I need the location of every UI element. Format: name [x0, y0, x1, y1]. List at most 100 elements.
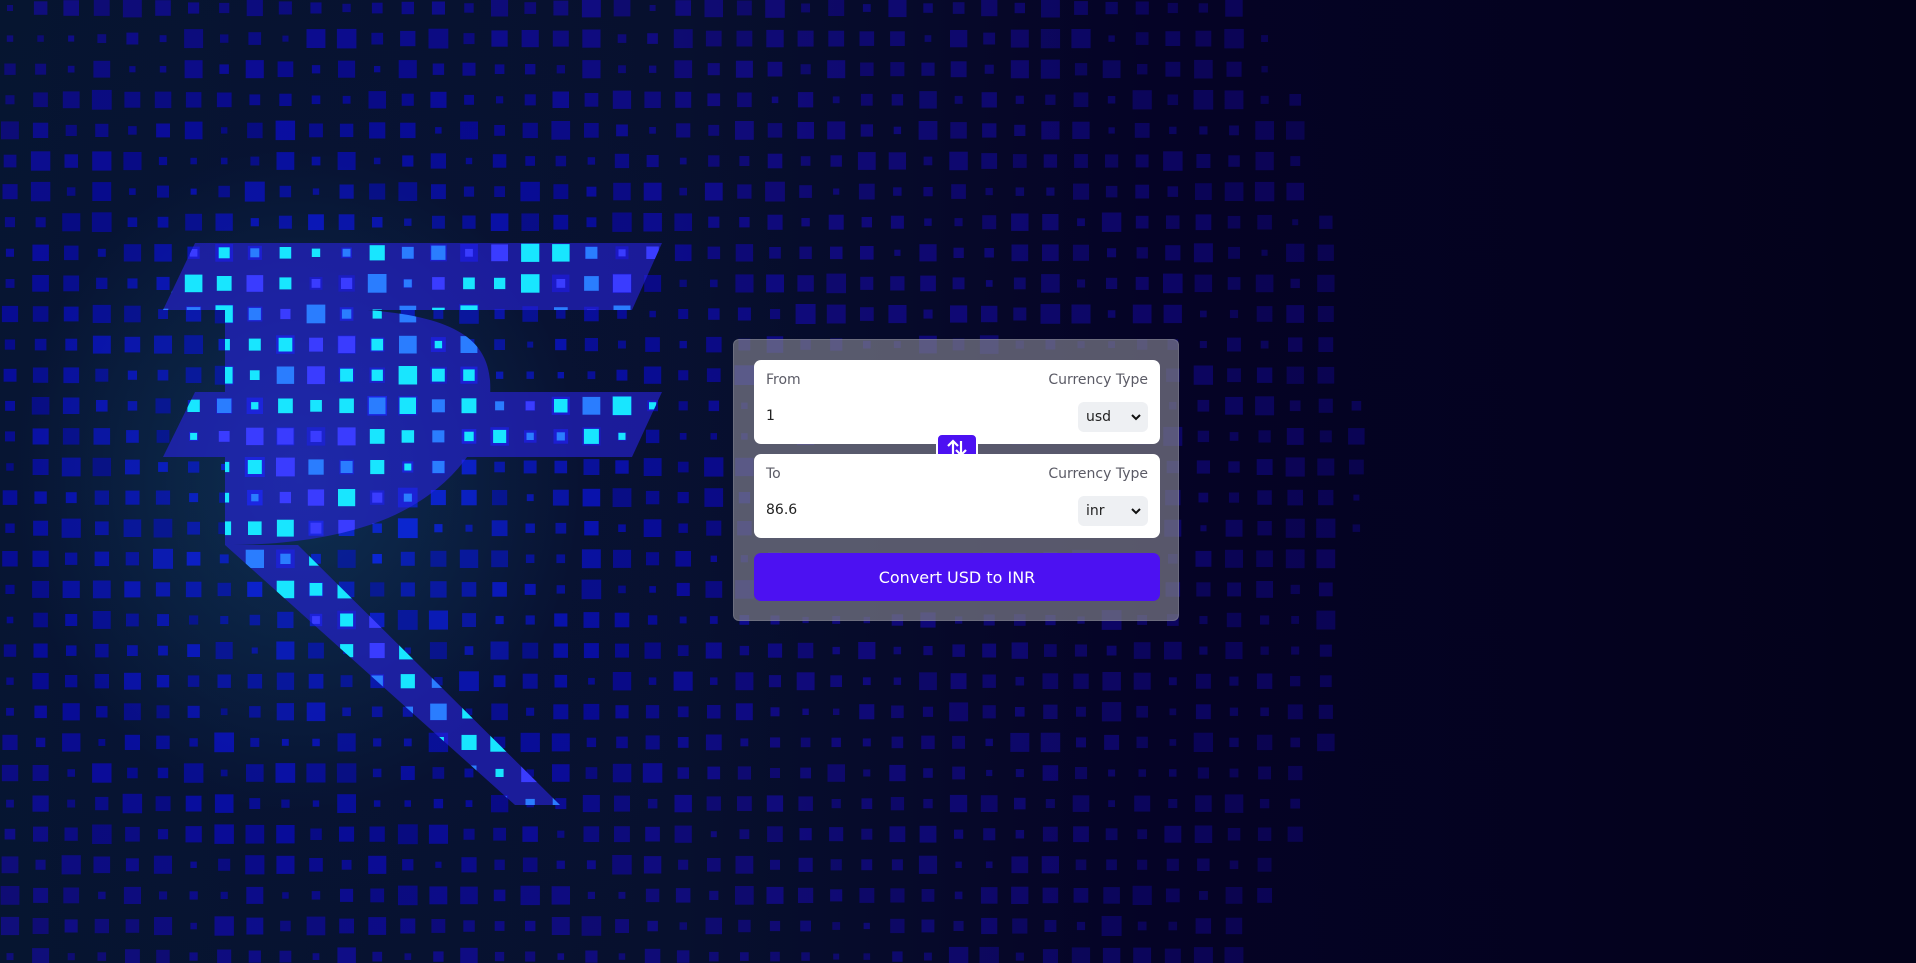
- from-label: From: [766, 372, 801, 388]
- background-pixel: [770, 951, 780, 962]
- background-pixel: [1105, 185, 1118, 198]
- background-pixel: [705, 642, 722, 659]
- background-pixel: [282, 892, 289, 899]
- background-pixel: [1011, 244, 1029, 262]
- background-pixel: [678, 370, 689, 381]
- background-pixel: [678, 859, 689, 870]
- background-pixel: [1353, 494, 1360, 501]
- background-pixel: [1042, 214, 1059, 231]
- background-pixel: [796, 672, 815, 691]
- rupee-pixel: [618, 249, 626, 257]
- rupee-pixel: [342, 248, 351, 257]
- background-pixel: [673, 671, 693, 691]
- background-pixel: [678, 309, 689, 319]
- rupee-pixel: [247, 460, 262, 474]
- background-pixel: [832, 96, 840, 104]
- background-pixel: [612, 212, 632, 232]
- background-pixel: [33, 1, 48, 15]
- background-pixel: [97, 248, 106, 257]
- background-pixel: [1316, 549, 1336, 569]
- rupee-pixel: [495, 401, 505, 411]
- background-pixel: [1164, 948, 1181, 963]
- background-pixel: [1011, 856, 1029, 874]
- background-pixel: [1195, 704, 1211, 720]
- background-pixel: [124, 91, 141, 108]
- rupee-pixel: [521, 243, 540, 262]
- from-currency-select[interactable]: usd: [1078, 402, 1148, 432]
- background-pixel: [127, 278, 138, 289]
- background-pixel: [1165, 245, 1181, 261]
- background-pixel: [401, 1, 414, 15]
- background-pixel: [1257, 888, 1272, 903]
- background-pixel: [644, 642, 661, 659]
- background-pixel: [431, 919, 446, 933]
- background-pixel: [861, 828, 873, 840]
- background-pixel: [404, 218, 412, 226]
- background-pixel: [306, 763, 326, 783]
- rupee-pixel: [248, 338, 261, 351]
- background-pixel: [554, 674, 568, 688]
- rupee-pixel: [250, 248, 260, 258]
- convert-button[interactable]: Convert USD to INR: [754, 553, 1160, 601]
- background-pixel: [553, 214, 569, 230]
- background-pixel: [1318, 398, 1333, 413]
- rupee-pixel: [464, 431, 474, 442]
- background-pixel: [1256, 673, 1273, 689]
- background-pixel: [954, 829, 964, 839]
- background-pixel: [62, 397, 80, 414]
- background-pixel: [649, 65, 657, 73]
- background-pixel: [950, 305, 968, 323]
- background-pixel: [92, 763, 112, 783]
- background-pixel: [32, 275, 49, 292]
- background-pixel: [1135, 215, 1149, 229]
- background-pixel: [189, 891, 198, 900]
- background-pixel: [705, 917, 722, 935]
- background-pixel: [800, 737, 811, 748]
- background-pixel: [556, 860, 565, 869]
- background-pixel: [32, 765, 49, 781]
- background-pixel: [1259, 798, 1270, 809]
- background-pixel: [158, 462, 168, 472]
- background-pixel: [30, 151, 51, 171]
- background-pixel: [370, 888, 385, 903]
- background-pixel: [557, 830, 565, 838]
- background-pixel: [93, 0, 110, 16]
- background-pixel: [186, 551, 201, 566]
- background-pixel: [1227, 368, 1241, 383]
- background-pixel: [765, 181, 785, 202]
- background-pixel: [618, 65, 626, 74]
- background-pixel: [1134, 795, 1151, 812]
- to-currency-select[interactable]: inr: [1078, 496, 1148, 526]
- background-pixel: [767, 214, 783, 230]
- background-pixel: [1133, 947, 1152, 963]
- background-pixel: [981, 305, 998, 323]
- background-pixel: [1015, 830, 1025, 839]
- rupee-pixel: [463, 369, 475, 381]
- rupee-pixel: [367, 274, 387, 293]
- background-pixel: [34, 705, 47, 719]
- background-pixel: [492, 582, 507, 597]
- to-amount-input[interactable]: [766, 498, 1006, 522]
- background-pixel: [675, 91, 692, 108]
- background-pixel: [432, 215, 445, 229]
- background-pixel: [464, 646, 474, 655]
- background-pixel: [830, 155, 842, 167]
- background-pixel: [1349, 459, 1364, 475]
- background-pixel: [1073, 183, 1090, 200]
- background-pixel: [832, 646, 840, 655]
- rupee-pixel: [251, 402, 259, 410]
- background-pixel: [155, 0, 171, 16]
- from-amount-input[interactable]: [766, 404, 1006, 428]
- background-pixel: [155, 398, 171, 414]
- background-pixel: [766, 274, 784, 293]
- background-pixel: [433, 309, 444, 319]
- background-pixel: [674, 60, 693, 79]
- background-pixel: [769, 920, 781, 932]
- background-pixel: [923, 646, 933, 656]
- background-pixel: [1288, 337, 1303, 352]
- rupee-pixel: [431, 399, 445, 413]
- rupee-pixel: [371, 338, 384, 351]
- background-pixel: [372, 554, 382, 564]
- background-pixel: [462, 62, 476, 76]
- background-pixel: [127, 217, 138, 227]
